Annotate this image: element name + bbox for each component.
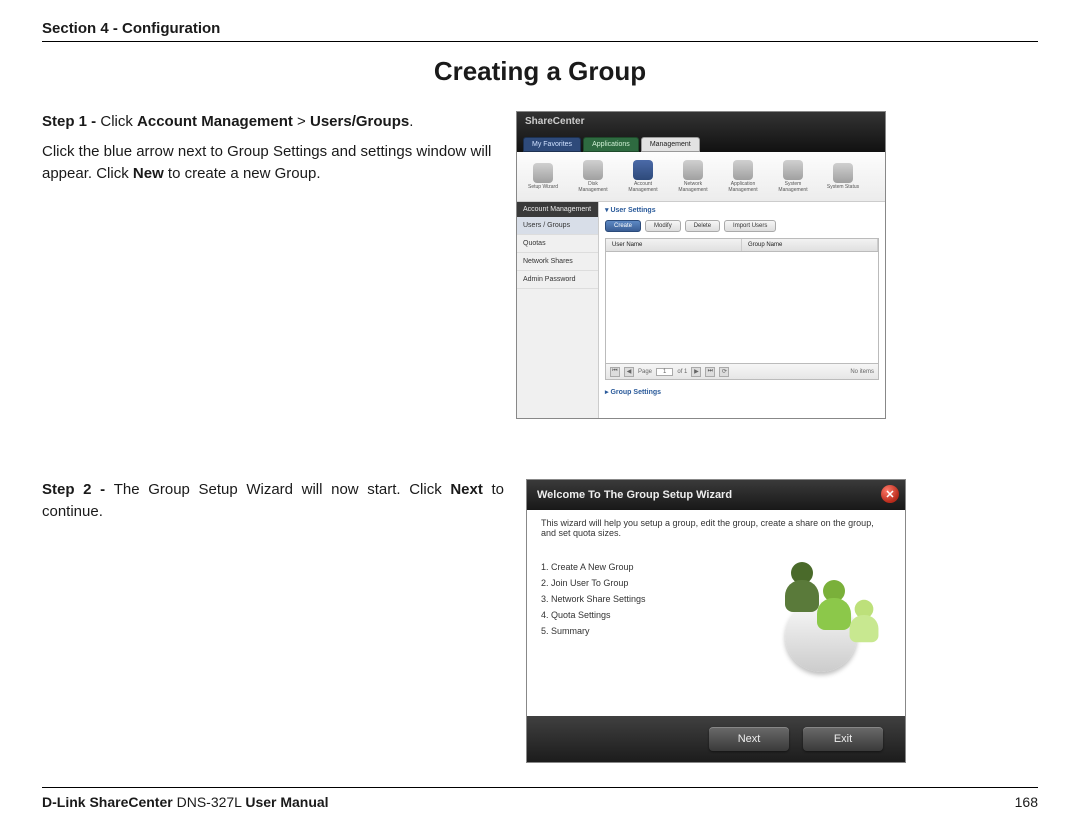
wizard-step-3: 3. Network Share Settings: [541, 594, 737, 604]
users-grid: User Name Group Name: [605, 238, 879, 364]
system-icon: [783, 160, 803, 180]
person-icon: [817, 580, 851, 630]
pager-page-label: Page: [638, 369, 652, 375]
wizard-step-5: 5. Summary: [541, 626, 737, 636]
disk-icon: [583, 160, 603, 180]
footer-tail: User Manual: [245, 794, 328, 810]
step1-bold1: Account Management: [137, 113, 293, 130]
nav-setup-wizard[interactable]: Setup Wizard: [523, 163, 563, 191]
step1-gt: >: [293, 113, 310, 130]
nav-system-management[interactable]: System Management: [773, 160, 813, 193]
pager-next-icon[interactable]: ▶: [691, 367, 701, 377]
step1-tail: .: [409, 113, 413, 130]
pager-noitems: No items: [850, 369, 874, 375]
pager-of: of 1: [677, 369, 687, 375]
step2-prefix: Step 2 -: [42, 481, 114, 498]
wizard-icon: [533, 163, 553, 183]
top-rule: [42, 41, 1038, 42]
nav-application-management[interactable]: Application Management: [723, 160, 763, 193]
sidebar-item-admin-password[interactable]: Admin Password: [517, 271, 598, 289]
wizard-illustration: [751, 556, 891, 676]
nav-system-status[interactable]: System Status: [823, 163, 863, 191]
step2-text: Step 2 - The Group Setup Wizard will now…: [42, 479, 504, 763]
delete-button[interactable]: Delete: [685, 220, 720, 232]
panel-group-settings[interactable]: ▸ Group Settings: [599, 380, 885, 400]
footer-left: D-Link ShareCenter DNS-327L User Manual: [42, 794, 329, 810]
pager-first-icon[interactable]: ⏮: [610, 367, 620, 377]
sidebar-item-quotas[interactable]: Quotas: [517, 235, 598, 253]
footer-rule: [42, 787, 1038, 788]
status-icon: [833, 163, 853, 183]
sidebar-item-users-groups[interactable]: Users / Groups: [517, 217, 598, 235]
wizard-step-4: 4. Quota Settings: [541, 610, 737, 620]
wizard-step-2: 2. Join User To Group: [541, 578, 737, 588]
col-user-name[interactable]: User Name: [606, 239, 742, 251]
page-number: 168: [1015, 794, 1038, 810]
step1-action: Click: [100, 113, 137, 130]
sidebar-item-network-shares[interactable]: Network Shares: [517, 253, 598, 271]
modify-button[interactable]: Modify: [645, 220, 681, 232]
page-title: Creating a Group: [42, 56, 1038, 87]
create-button[interactable]: Create: [605, 220, 641, 232]
step1-heading: Step 1 - Click Account Management > User…: [42, 111, 494, 133]
wizard-step-1: 1. Create A New Group: [541, 562, 737, 572]
tab-my-favorites[interactable]: My Favorites: [523, 137, 581, 152]
exit-button[interactable]: Exit: [803, 727, 883, 751]
pager-refresh-icon[interactable]: ⟳: [719, 367, 729, 377]
nav-network-management[interactable]: Network Management: [673, 160, 713, 193]
wizard-steps-list: 1. Create A New Group 2. Join User To Gr…: [541, 556, 737, 676]
step2-body1: The Group Setup Wizard will now start. C…: [114, 481, 451, 498]
import-users-button[interactable]: Import Users: [724, 220, 776, 232]
step1-prefix: Step 1 -: [42, 113, 100, 130]
pager-page-input[interactable]: 1: [656, 368, 673, 376]
tab-applications[interactable]: Applications: [583, 137, 639, 152]
footer-model: DNS-327L: [173, 794, 246, 810]
screenshot-group-wizard: Welcome To The Group Setup Wizard ✕ This…: [526, 479, 906, 763]
nav-account-management[interactable]: Account Management: [623, 160, 663, 193]
panel-user-settings[interactable]: ▾ User Settings: [599, 202, 885, 218]
person-icon: [785, 562, 819, 612]
grid-pager: ⏮ ◀ Page 1 of 1 ▶ ⏭ ⟳ No items: [605, 364, 879, 380]
section-header: Section 4 - Configuration: [42, 20, 1038, 37]
screenshot-account-management: ShareCenter My Favorites Applications Ma…: [516, 111, 886, 419]
col-group-name[interactable]: Group Name: [742, 239, 878, 251]
account-icon: [633, 160, 653, 180]
person-icon: [850, 600, 879, 643]
step1-bold2: Users/Groups: [310, 113, 409, 130]
sharecenter-logo: ShareCenter: [525, 116, 584, 127]
wizard-title: Welcome To The Group Setup Wizard: [537, 489, 732, 501]
wizard-description: This wizard will help you setup a group,…: [541, 518, 891, 538]
pager-prev-icon[interactable]: ◀: [624, 367, 634, 377]
sidebar-title: Account Management: [517, 202, 598, 217]
next-button[interactable]: Next: [709, 727, 789, 751]
step1-body2: to create a new Group.: [164, 165, 321, 182]
tab-management[interactable]: Management: [641, 137, 700, 152]
pager-last-icon[interactable]: ⏭: [705, 367, 715, 377]
nav-disk-management[interactable]: Disk Management: [573, 160, 613, 193]
step1-new: New: [133, 165, 164, 182]
footer-brand: D-Link ShareCenter: [42, 794, 173, 810]
network-icon: [683, 160, 703, 180]
apps-icon: [733, 160, 753, 180]
close-icon[interactable]: ✕: [881, 485, 899, 503]
step2-next: Next: [450, 481, 483, 498]
step1-body: Click the blue arrow next to Group Setti…: [42, 141, 494, 185]
